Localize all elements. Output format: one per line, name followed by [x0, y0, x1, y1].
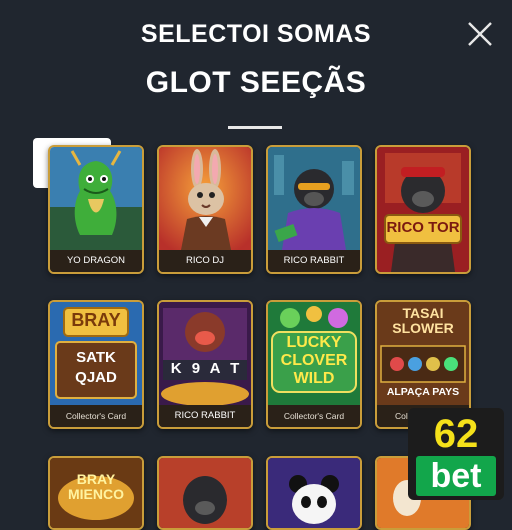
brand-logo-word: bet — [416, 456, 496, 496]
brand-logo-number: 62 — [433, 412, 479, 456]
modal-subtitle: GLOT SEEÇÃS — [145, 66, 367, 99]
game-card-panda[interactable] — [266, 456, 362, 530]
game-art — [159, 458, 251, 528]
game-card-rico-tor[interactable]: RICO TOR — [375, 145, 471, 274]
game-art-title: BRAY — [71, 310, 121, 330]
game-art — [159, 147, 251, 250]
reel-symbols: K 9 A T — [170, 360, 240, 377]
game-title: YO DRAGON — [50, 250, 142, 272]
game-title: RICO DJ — [159, 250, 251, 272]
reel-symbols: SATK QJAD — [75, 349, 117, 386]
game-art — [377, 147, 469, 272]
title-divider — [228, 126, 282, 129]
game-card-rico-rabbit[interactable]: RICO RABBIT — [266, 145, 362, 274]
game-art-title: TASAI SLOWER — [392, 305, 454, 336]
brand-logo: 62 bet — [408, 408, 504, 500]
modal-title: SELECTOI SOMAS — [140, 20, 372, 48]
game-card-bray-mienco[interactable]: BRAY MIENCO — [48, 456, 144, 530]
game-title: RICO RABBIT — [159, 405, 251, 427]
game-art — [268, 458, 360, 528]
game-card-bray[interactable]: BRAY SATK QJAD Collector's Card — [48, 300, 144, 429]
game-art-title: BRAY MIENCO — [68, 471, 124, 502]
game-art-title: RICO TOR — [386, 219, 460, 236]
game-card-yo-dragon[interactable]: YO DRAGON — [48, 145, 144, 274]
game-card-rico-rabbit-2[interactable]: K 9 A T RICO RABBIT — [157, 300, 253, 429]
close-button[interactable] — [466, 20, 494, 48]
game-title: Collector's Card — [50, 405, 142, 427]
game-art-title: LUCKY CLOVER WILD — [280, 334, 348, 387]
game-card-rico-dj[interactable]: RICO DJ — [157, 145, 253, 274]
game-card-lucky-clover-wild[interactable]: LUCKY CLOVER WILD Collector's Card — [266, 300, 362, 429]
game-card-gorilla[interactable] — [157, 456, 253, 530]
game-title: Collector's Card — [268, 405, 360, 427]
game-art — [159, 302, 251, 405]
game-art-subtitle: ALPAÇA PAYS — [386, 386, 460, 398]
game-art — [268, 147, 360, 250]
game-title: RICO RABBIT — [268, 250, 360, 272]
game-art — [50, 147, 142, 250]
close-icon — [468, 22, 492, 46]
